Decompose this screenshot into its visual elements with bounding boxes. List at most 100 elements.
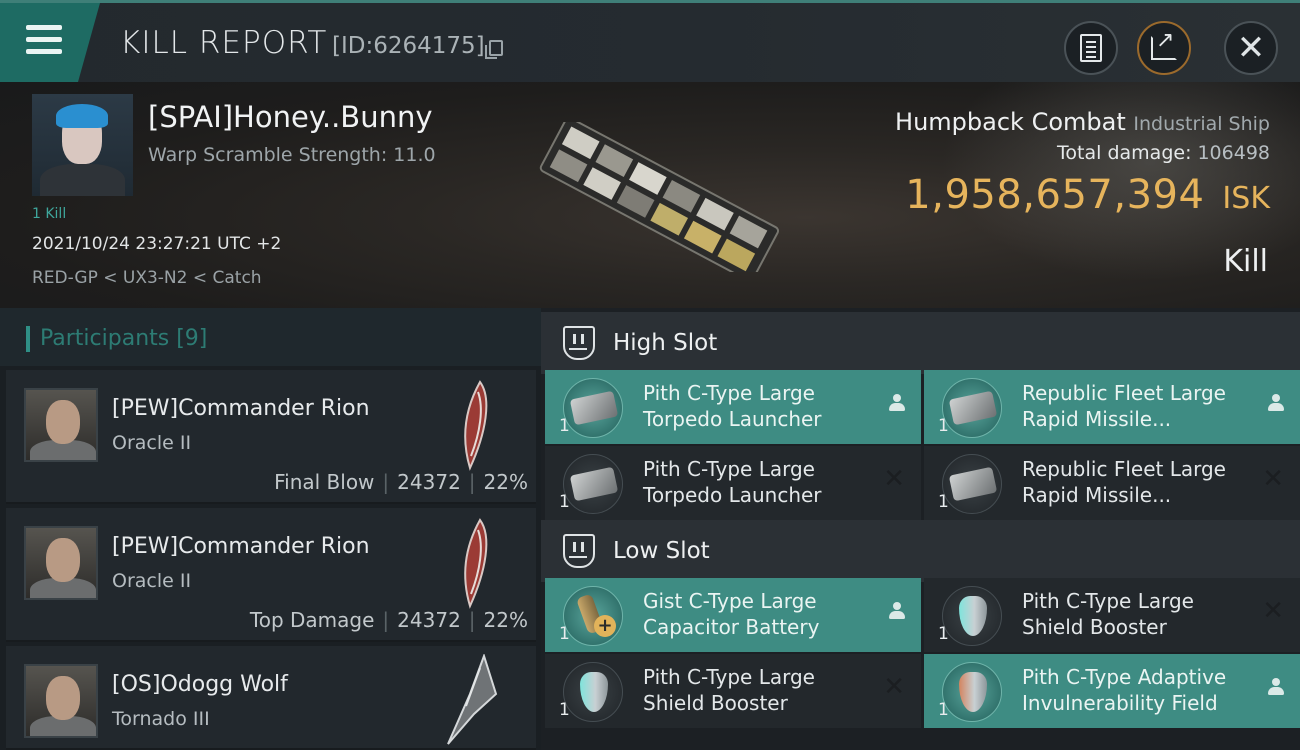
victim-name[interactable]: [SPAI]Honey..Bunny bbox=[148, 100, 433, 134]
module-quantity: 1 bbox=[938, 624, 949, 644]
module-item[interactable]: 1 Republic Fleet Large Rapid Missile... … bbox=[924, 446, 1300, 520]
person-glyph bbox=[889, 602, 905, 620]
participant-damage: 24372 bbox=[397, 470, 461, 494]
module-quantity: 1 bbox=[559, 624, 570, 644]
participant-row[interactable]: [PEW]Commander Rion Oracle II Top Damage… bbox=[6, 508, 536, 642]
total-damage-label: Total damage: bbox=[1057, 142, 1192, 164]
module-item[interactable]: + 1 Gist C-Type Large Capacitor Battery bbox=[545, 578, 921, 652]
ship-name-label: Humpback Combat bbox=[895, 108, 1126, 136]
participant-stats: Final Blow | 24372 | 22% bbox=[274, 470, 528, 494]
fitting-panel: High Slot 1 Pith C-Type Large Torpedo La… bbox=[541, 308, 1300, 750]
module-name-line2: Rapid Missile... bbox=[1022, 407, 1172, 431]
x-icon: ✕ bbox=[1262, 464, 1284, 494]
module-quantity: 1 bbox=[559, 416, 570, 436]
shield-glyph bbox=[580, 672, 608, 712]
person-icon bbox=[889, 390, 905, 418]
participant-name[interactable]: [PEW]Commander Rion bbox=[112, 534, 370, 559]
victim-kill-count: 1 Kill bbox=[32, 206, 67, 222]
isk-value: 1,958,657,394 bbox=[905, 172, 1205, 218]
participant-avatar[interactable] bbox=[24, 664, 98, 738]
oracle-ship-icon bbox=[464, 518, 488, 609]
avatar-head bbox=[46, 676, 80, 720]
module-name-line1: Republic Fleet Large bbox=[1022, 457, 1226, 481]
portrait-visor bbox=[56, 104, 108, 128]
victim-avatar[interactable] bbox=[32, 94, 133, 196]
module-name-line1: Pith C-Type Adaptive bbox=[1022, 665, 1227, 689]
module-item[interactable]: 1 Pith C-Type Large Shield Booster ✕ bbox=[545, 654, 921, 728]
module-name: Pith C-Type Large Torpedo Launcher bbox=[643, 456, 873, 508]
module-quantity: 1 bbox=[938, 700, 949, 720]
share-button[interactable] bbox=[1137, 21, 1191, 75]
kill-datetime: 2021/10/24 23:27:21 UTC +2 bbox=[32, 234, 282, 254]
module-item[interactable]: 1 Pith C-Type Large Torpedo Launcher ✕ bbox=[545, 446, 921, 520]
close-icon: ✕ bbox=[1236, 28, 1266, 68]
module-name: Pith C-Type Adaptive Invulnerability Fie… bbox=[1022, 664, 1252, 716]
low-slot-header: Low Slot bbox=[541, 520, 1300, 582]
module-quantity: 1 bbox=[938, 416, 949, 436]
x-icon: ✕ bbox=[883, 464, 905, 494]
stats-separator: | bbox=[382, 608, 390, 632]
participants-header: Participants [9] bbox=[0, 308, 541, 366]
shield-glyph bbox=[959, 672, 987, 712]
module-item[interactable]: 1 Pith C-Type Large Shield Booster ✕ bbox=[924, 578, 1300, 652]
close-button[interactable]: ✕ bbox=[1224, 21, 1278, 75]
participant-percent: 22% bbox=[483, 608, 528, 632]
shield-glyph bbox=[959, 596, 987, 636]
participant-avatar[interactable] bbox=[24, 388, 98, 462]
module-item[interactable]: 1 Republic Fleet Large Rapid Missile... bbox=[924, 370, 1300, 444]
total-damage-value: 106498 bbox=[1197, 142, 1270, 164]
participant-avatar[interactable] bbox=[24, 526, 98, 600]
avatar-head bbox=[46, 400, 80, 444]
report-button[interactable] bbox=[1064, 21, 1118, 75]
missile-launcher-icon bbox=[942, 454, 1002, 514]
module-name-line1: Pith C-Type Large bbox=[643, 665, 815, 689]
module-name-line2: Rapid Missile... bbox=[1022, 483, 1172, 507]
launcher-glyph bbox=[948, 390, 998, 426]
module-name-line2: Torpedo Launcher bbox=[643, 407, 822, 431]
participant-row[interactable]: [OS]Odogg Wolf Tornado III bbox=[6, 646, 536, 750]
victim-ship-name[interactable]: Humpback Combat Industrial Ship bbox=[895, 108, 1270, 136]
participant-role: Final Blow bbox=[274, 470, 375, 494]
menu-icon bbox=[26, 25, 62, 30]
module-item[interactable]: 1 Pith C-Type Adaptive Invulnerability F… bbox=[924, 654, 1300, 728]
module-name: Gist C-Type Large Capacitor Battery bbox=[643, 588, 873, 640]
person-icon bbox=[1268, 390, 1284, 418]
participant-name[interactable]: [OS]Odogg Wolf bbox=[112, 672, 288, 697]
total-damage: Total damage: 106498 bbox=[1057, 142, 1270, 164]
missile-launcher-icon bbox=[942, 378, 1002, 438]
ship-class-label: Industrial Ship bbox=[1133, 113, 1270, 135]
tornado-ship-icon bbox=[447, 654, 498, 745]
invulnerability-field-icon bbox=[942, 662, 1002, 722]
module-item[interactable]: 1 Pith C-Type Large Torpedo Launcher bbox=[545, 370, 921, 444]
module-name: Pith C-Type Large Torpedo Launcher bbox=[643, 380, 873, 432]
kill-location[interactable]: RED-GP < UX3-N2 < Catch bbox=[32, 268, 262, 288]
kill-result-label: Kill bbox=[1223, 244, 1268, 279]
person-glyph bbox=[1268, 678, 1284, 696]
portrait-body bbox=[40, 164, 125, 196]
participant-row[interactable]: [PEW]Commander Rion Oracle II Final Blow… bbox=[6, 370, 536, 504]
participant-name[interactable]: [PEW]Commander Rion bbox=[112, 396, 370, 421]
capacitor-battery-icon: + bbox=[563, 586, 623, 646]
participants-title: Participants [9] bbox=[40, 326, 208, 351]
oracle-ship-icon bbox=[464, 380, 488, 471]
x-icon: ✕ bbox=[1262, 596, 1284, 626]
stats-separator: | bbox=[468, 470, 476, 494]
low-slot-title: Low Slot bbox=[613, 538, 710, 564]
participant-damage: 24372 bbox=[397, 608, 461, 632]
participant-percent: 22% bbox=[483, 470, 528, 494]
module-name: Pith C-Type Large Shield Booster bbox=[643, 664, 873, 716]
header-bar: KILL REPORT [ID:6264175] ✕ bbox=[0, 0, 1300, 82]
isk-value-row: 1,958,657,394 ISK bbox=[905, 172, 1270, 218]
menu-button[interactable] bbox=[0, 3, 100, 82]
menu-icon-bar bbox=[26, 37, 62, 42]
isk-unit: ISK bbox=[1222, 181, 1270, 216]
header-accent-bar bbox=[26, 326, 30, 352]
participant-ship: Oracle II bbox=[112, 570, 192, 592]
module-name: Republic Fleet Large Rapid Missile... bbox=[1022, 456, 1252, 508]
person-icon bbox=[1268, 674, 1284, 702]
person-icon bbox=[889, 598, 905, 626]
module-name-line2: Shield Booster bbox=[1022, 615, 1167, 639]
copy-icon[interactable] bbox=[485, 40, 503, 59]
module-quantity: 1 bbox=[559, 492, 570, 512]
plus-icon: + bbox=[594, 615, 616, 637]
